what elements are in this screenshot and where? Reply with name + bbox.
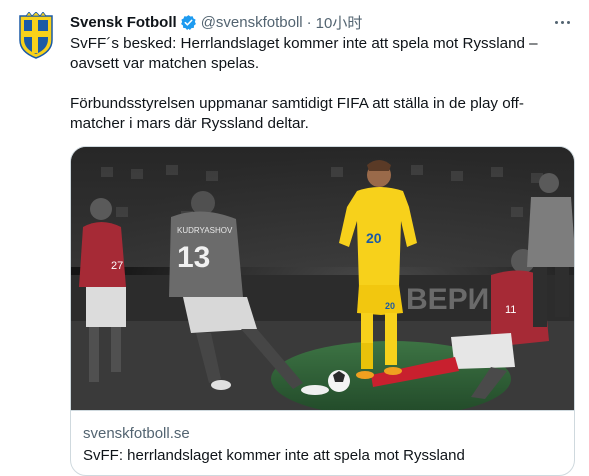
tweet-timestamp[interactable]: 10小时: [316, 12, 363, 33]
card-image[interactable]: ВЕРИ 27 KUDRYASHOV 13 11 20 20: [71, 147, 575, 410]
shorts-number: 20: [385, 301, 395, 311]
more-options-icon[interactable]: [551, 12, 573, 32]
link-preview-card[interactable]: ВЕРИ 27 KUDRYASHOV 13 11 20 20 svenskfot…: [70, 146, 575, 476]
center-number: 20: [366, 230, 382, 246]
verified-badge-icon: [180, 14, 196, 30]
account-name[interactable]: Svensk Fotboll: [70, 14, 177, 31]
card-title[interactable]: SvFF: herrlandslaget kommer inte att spe…: [83, 446, 564, 465]
tweet-text: SvFF´s besked: Herrlandslaget kommer int…: [70, 34, 550, 134]
card-meta[interactable]: svenskfotboll.se SvFF: herrlandslaget ko…: [71, 410, 574, 475]
tweet-paragraph-1: SvFF´s besked: Herrlandslaget kommer int…: [70, 34, 550, 74]
tweet-line: SvFF´s besked: Herrlandslaget kommer int…: [70, 35, 538, 52]
card-domain[interactable]: svenskfotboll.se: [83, 424, 564, 443]
tweet-line: matcher i mars där Ryssland deltar.: [70, 115, 309, 132]
tweet-line: oavsett var matchen spelas.: [70, 55, 260, 72]
separator-dot: ·: [306, 13, 312, 31]
svff-crest-icon[interactable]: [16, 12, 56, 60]
tweet-line: Förbundsstyrelsen uppmanar samtidigt FIF…: [70, 95, 524, 112]
left2-number: 27: [111, 260, 123, 272]
left-player-name: KUDRYASHOV: [177, 226, 233, 235]
right-number: 11: [505, 304, 516, 316]
football: [328, 370, 350, 392]
left-number: 13: [177, 241, 210, 274]
tweet-header: Svensk Fotboll @svenskfotboll · 10小时: [70, 12, 573, 32]
tweet-paragraph-2: Förbundsstyrelsen uppmanar samtidigt FIF…: [70, 94, 550, 134]
account-handle[interactable]: @svenskfotboll: [201, 14, 303, 31]
board-text: ВЕРИ: [406, 283, 489, 316]
